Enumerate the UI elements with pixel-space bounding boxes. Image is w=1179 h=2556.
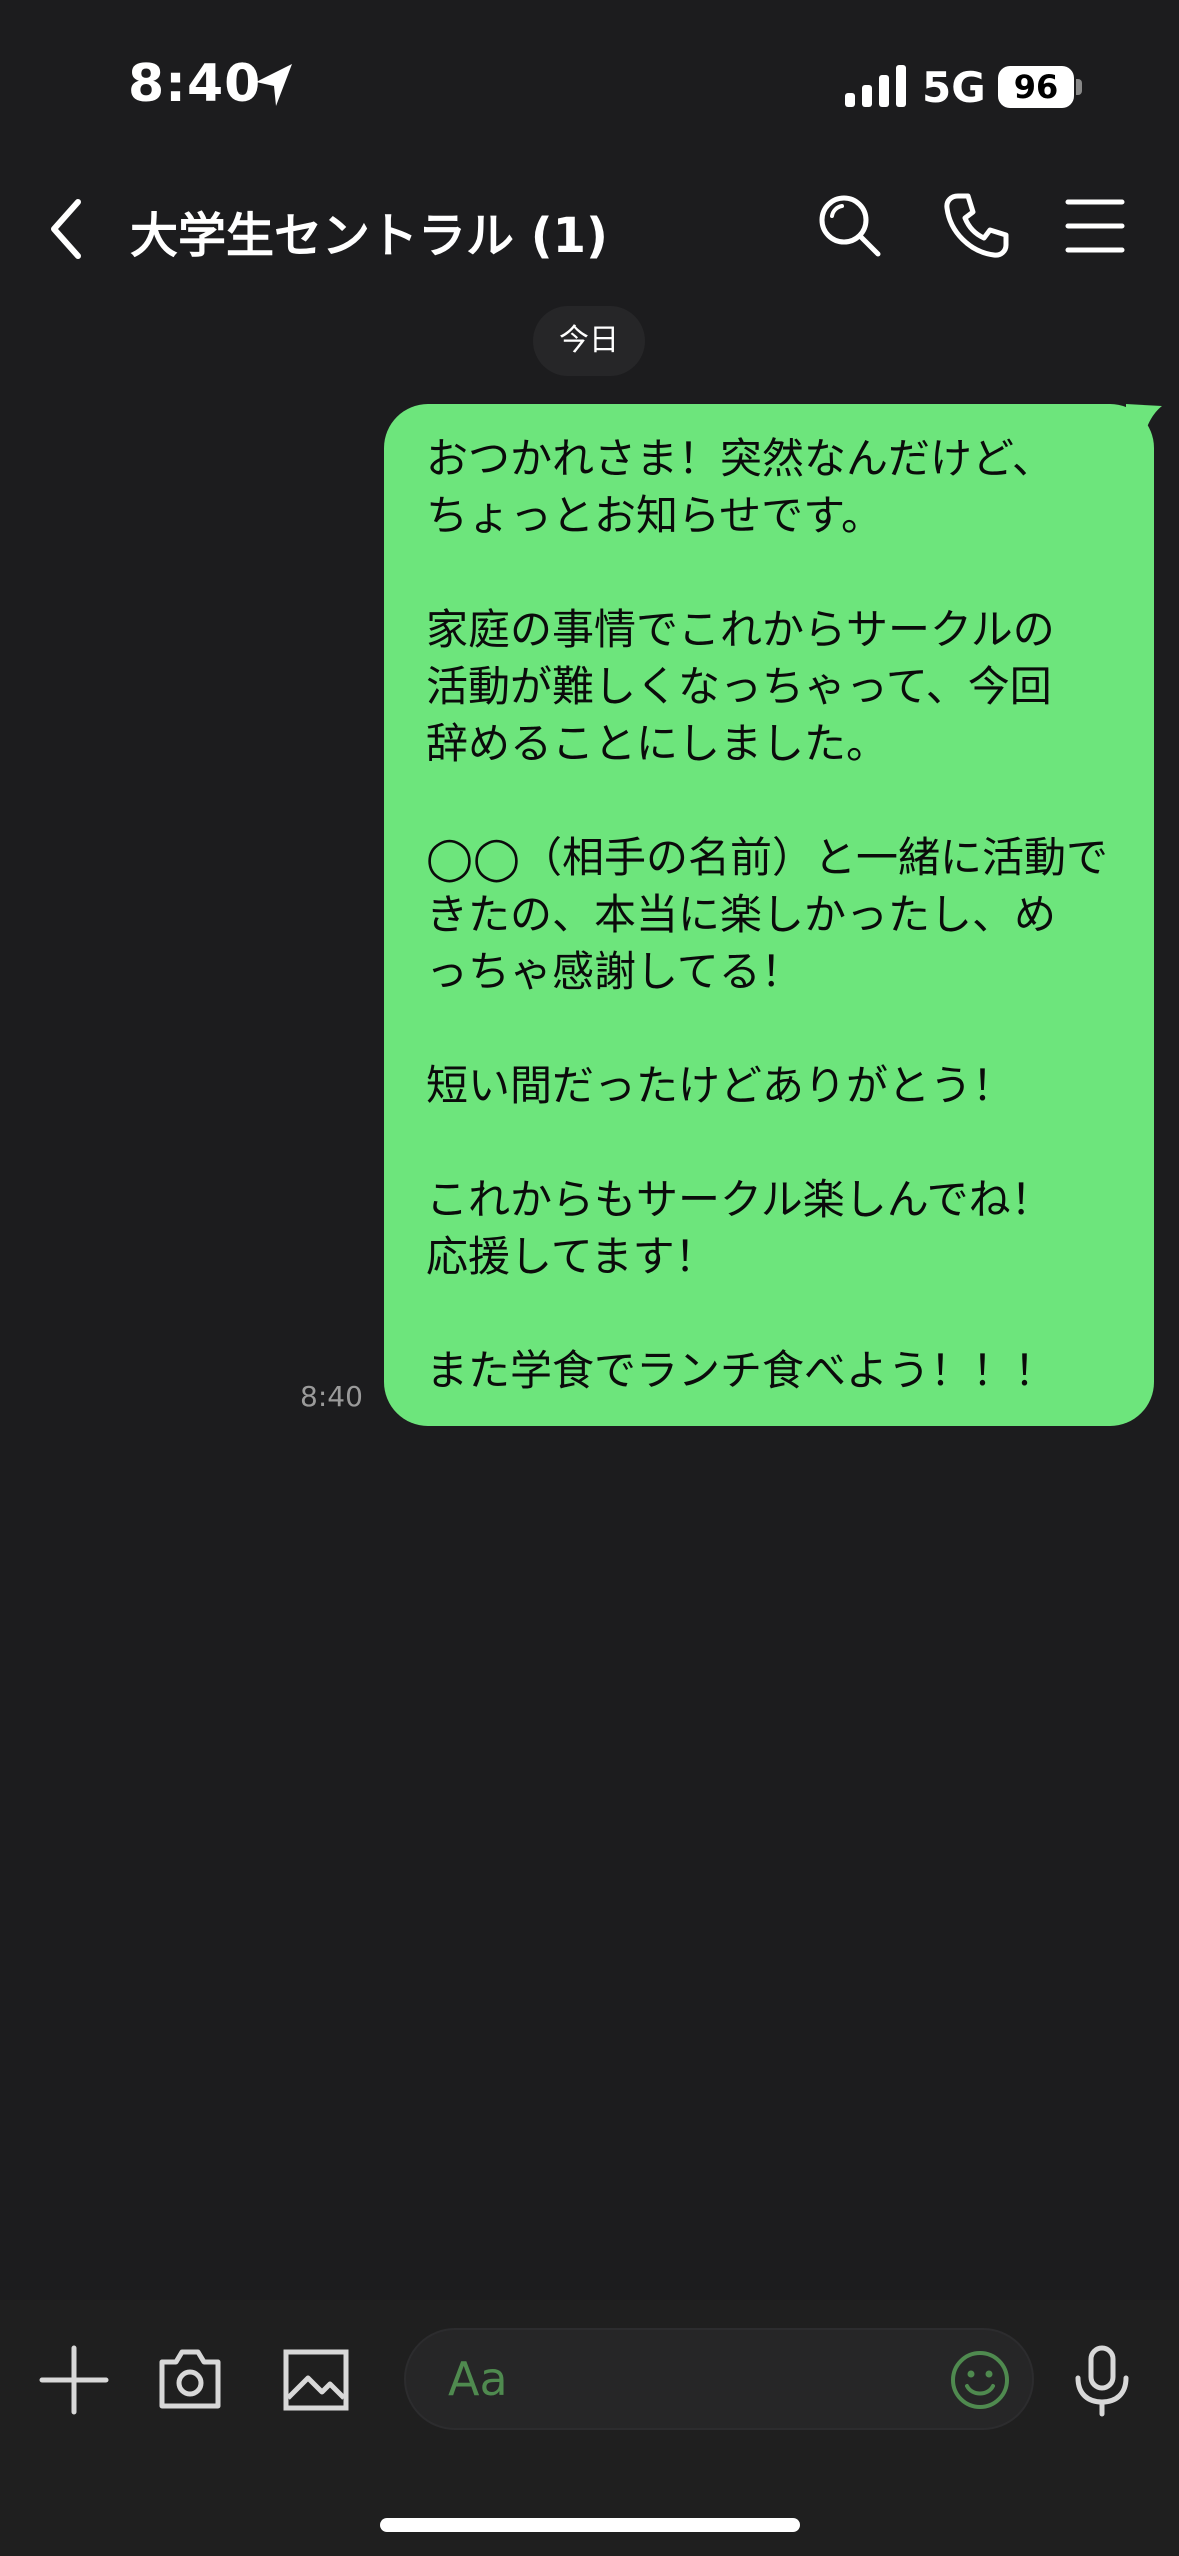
message-line: 家庭の事情でこれからサークルの [426, 605, 1055, 654]
search-icon[interactable] [812, 188, 888, 264]
back-icon[interactable] [42, 194, 92, 264]
message-line: 応援してます！ [426, 1232, 717, 1281]
message-line: ちょっとお知らせです。 [426, 491, 883, 540]
message-line [426, 544, 1134, 601]
home-indicator [380, 2518, 800, 2532]
message-line: これからもサークル楽しんでね！ [426, 1175, 1053, 1224]
message-line: きたの、本当に楽しかったし、め [426, 890, 1057, 939]
location-arrow-icon [256, 64, 292, 106]
message-line: おつかれさま！突然なんだけど、 [426, 434, 1054, 483]
image-icon[interactable] [278, 2342, 354, 2418]
emoji-icon[interactable] [948, 2348, 1012, 2412]
status-bar: 8:40 5G 96 [0, 0, 1179, 150]
message-input-placeholder: Aa [448, 2352, 508, 2406]
phone-icon[interactable] [938, 188, 1014, 264]
message-bubble[interactable]: おつかれさま！突然なんだけど、 ちょっとお知らせです。 家庭の事情でこれからサー… [384, 404, 1154, 1426]
plus-icon[interactable] [36, 2342, 112, 2418]
message-line: また学食でランチ食べよう！！！ [426, 1346, 1057, 1395]
menu-icon[interactable] [1058, 188, 1134, 264]
message-line: ◯◯（相手の名前）と一緒に活動で [426, 833, 1109, 882]
camera-icon[interactable] [152, 2342, 228, 2418]
message-line: 短い間だったけどありがとう！ [426, 1061, 1015, 1110]
message-timestamp: 8:40 [300, 1380, 363, 1413]
microphone-icon[interactable] [1064, 2342, 1140, 2418]
message-line [426, 772, 1134, 829]
message-line [426, 1000, 1134, 1057]
date-separator: 今日 [533, 306, 645, 376]
message-line [426, 1285, 1134, 1342]
signal-icon [845, 65, 906, 107]
message-line: っちゃ感謝してる！ [426, 947, 803, 996]
message-line: 辞めることにしました。 [426, 719, 889, 768]
battery-level: 96 [998, 66, 1074, 108]
status-time: 8:40 [128, 54, 262, 114]
message-line [426, 1114, 1134, 1171]
chat-title: 大学生セントラル (1) [130, 208, 608, 264]
network-type: 5G [922, 63, 986, 112]
message-line: 活動が難しくなっちゃって、今回 [426, 662, 1052, 711]
battery-tip [1076, 79, 1082, 95]
